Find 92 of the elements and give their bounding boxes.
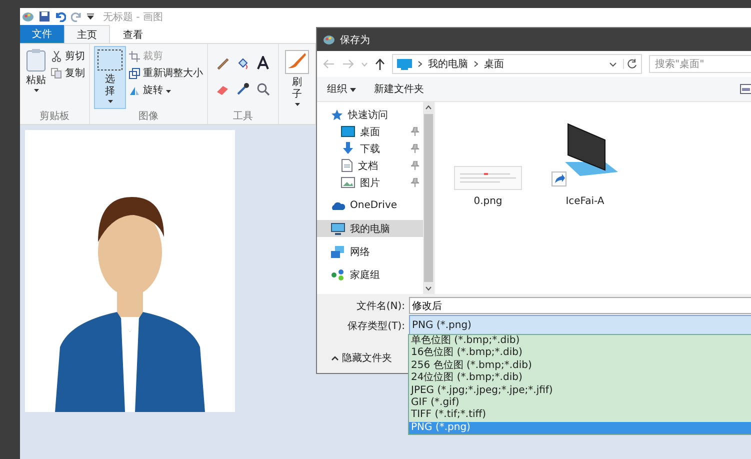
copy-icon <box>51 68 62 78</box>
paint-app-icon <box>22 11 34 22</box>
sidebar-item[interactable]: 网络 <box>317 243 423 260</box>
document-icon <box>341 159 353 172</box>
group-label: 剪贴板 <box>40 110 70 124</box>
scrollbar[interactable] <box>423 102 434 294</box>
selection-icon <box>97 49 123 71</box>
pin-icon <box>411 161 419 170</box>
caret-icon <box>108 100 112 103</box>
desktop-icon <box>341 126 355 137</box>
chevron-right-icon <box>418 61 422 67</box>
brush-icon <box>285 50 309 74</box>
copy-button[interactable]: 复制 <box>51 66 85 80</box>
rotate-button[interactable]: 旋转 <box>129 83 203 97</box>
search-field[interactable]: 搜索"桌面" <box>649 55 751 73</box>
caret-icon <box>350 88 356 92</box>
dialog-title: 保存为 <box>340 34 370 46</box>
computer-icon <box>397 58 412 70</box>
paint-app-icon <box>323 34 335 45</box>
text-tool-icon[interactable] <box>256 56 270 70</box>
organize-menu-button[interactable]: 组织 <box>327 82 356 96</box>
scissors-icon <box>51 50 62 62</box>
people-icon <box>331 268 345 280</box>
file-type-option[interactable]: 24位位图 (*.bmp;*.dib) <box>409 372 751 385</box>
up-arrow-icon[interactable] <box>375 58 385 70</box>
sidebar-item[interactable]: 我的电脑 <box>317 220 423 237</box>
file-item[interactable]: 0.png <box>450 117 526 207</box>
address-bar[interactable]: 我的电脑 桌面 <box>392 54 642 74</box>
down-arrow-icon <box>341 142 355 155</box>
network-icon <box>331 246 345 258</box>
file-type-option[interactable]: GIF (*.gif) <box>409 396 751 410</box>
window-title: 无标题 - 画图 <box>103 10 163 24</box>
view-icon[interactable] <box>740 84 751 94</box>
caret-icon <box>294 103 300 106</box>
rotate-icon <box>129 84 140 96</box>
brush-button[interactable]: 刷子 <box>283 48 311 108</box>
hide-folders-button[interactable]: 隐藏文件夹 <box>325 350 398 366</box>
magnifier-icon[interactable] <box>256 82 270 96</box>
save-icon[interactable] <box>39 11 50 22</box>
file-item[interactable]: IceFai-A <box>546 117 624 207</box>
sidebar-item[interactable]: 家庭组 <box>317 266 423 283</box>
star-icon <box>331 108 343 120</box>
fill-bucket-icon[interactable] <box>236 56 250 70</box>
breadcrumb-item[interactable]: 我的电脑 <box>428 57 468 71</box>
pin-icon <box>411 127 419 136</box>
sidebar-item[interactable]: 桌面 <box>317 123 423 140</box>
dropdown-caret-icon[interactable] <box>87 13 94 20</box>
chevron-up-icon <box>331 356 339 360</box>
sidebar-item[interactable]: 快速访问 <box>317 106 423 123</box>
file-type-option[interactable]: TIFF (*.tif;*.tiff) <box>409 409 751 422</box>
new-folder-button[interactable]: 新建文件夹 <box>374 82 424 96</box>
sidebar-item[interactable]: 图片 <box>317 174 423 191</box>
caret-icon <box>166 90 171 92</box>
chevron-right-icon <box>474 61 478 67</box>
caret-icon <box>34 89 38 92</box>
refresh-icon[interactable] <box>623 59 637 69</box>
file-type-option[interactable]: 256 色位图 (*.bmp;*.dib) <box>409 360 751 372</box>
file-name-field[interactable]: 修改后 <box>409 297 751 314</box>
chevron-down-icon[interactable] <box>609 62 617 66</box>
computer-icon <box>331 222 345 234</box>
picture-icon <box>341 177 355 188</box>
pin-icon <box>411 144 419 153</box>
ribbon-tab[interactable]: 主页 <box>64 25 110 43</box>
file-type-option[interactable]: 单色位图 (*.bmp;*.dib) <box>409 335 751 348</box>
group-label: 图像 <box>138 110 158 124</box>
select-button[interactable]: 选择 <box>94 46 126 109</box>
pin-icon <box>411 178 419 187</box>
cloud-icon <box>331 200 345 210</box>
file-tab[interactable]: 文件 <box>20 25 64 43</box>
resize-button[interactable]: 重新调整大小 <box>129 66 203 80</box>
breadcrumb-item[interactable]: 桌面 <box>484 57 504 71</box>
color-picker-icon[interactable] <box>236 82 250 96</box>
resize-icon <box>129 68 140 78</box>
chevron-up-icon[interactable] <box>425 105 432 110</box>
chevron-down-icon[interactable] <box>425 286 432 291</box>
sidebar-item[interactable]: 下载 <box>317 140 423 157</box>
crop-icon <box>129 50 140 62</box>
cut-button[interactable]: 剪切 <box>51 49 85 63</box>
undo-icon[interactable] <box>55 11 66 22</box>
paste-button[interactable]: 粘贴 <box>24 46 48 109</box>
sidebar-item[interactable]: 文档 <box>317 157 423 174</box>
clipboard-icon <box>26 48 46 72</box>
file-type-dropdown[interactable]: PNG (*.png) <box>409 315 751 336</box>
sidebar-item[interactable]: OneDrive <box>317 197 423 214</box>
file-type-option[interactable]: 16色位图 (*.bmp;*.dib) <box>409 347 751 360</box>
ribbon-tab[interactable]: 查看 <box>110 25 156 43</box>
field-label: 文件名(N): <box>355 300 406 312</box>
field-label: 保存类型(T): <box>346 320 406 332</box>
image-thumbnail-icon <box>454 166 522 190</box>
pencil-icon[interactable] <box>216 56 230 70</box>
group-label: 工具 <box>233 110 253 124</box>
file-type-option[interactable]: JPEG (*.jpg;*.jpeg;*.jpe;*.jfif) <box>409 384 751 397</box>
